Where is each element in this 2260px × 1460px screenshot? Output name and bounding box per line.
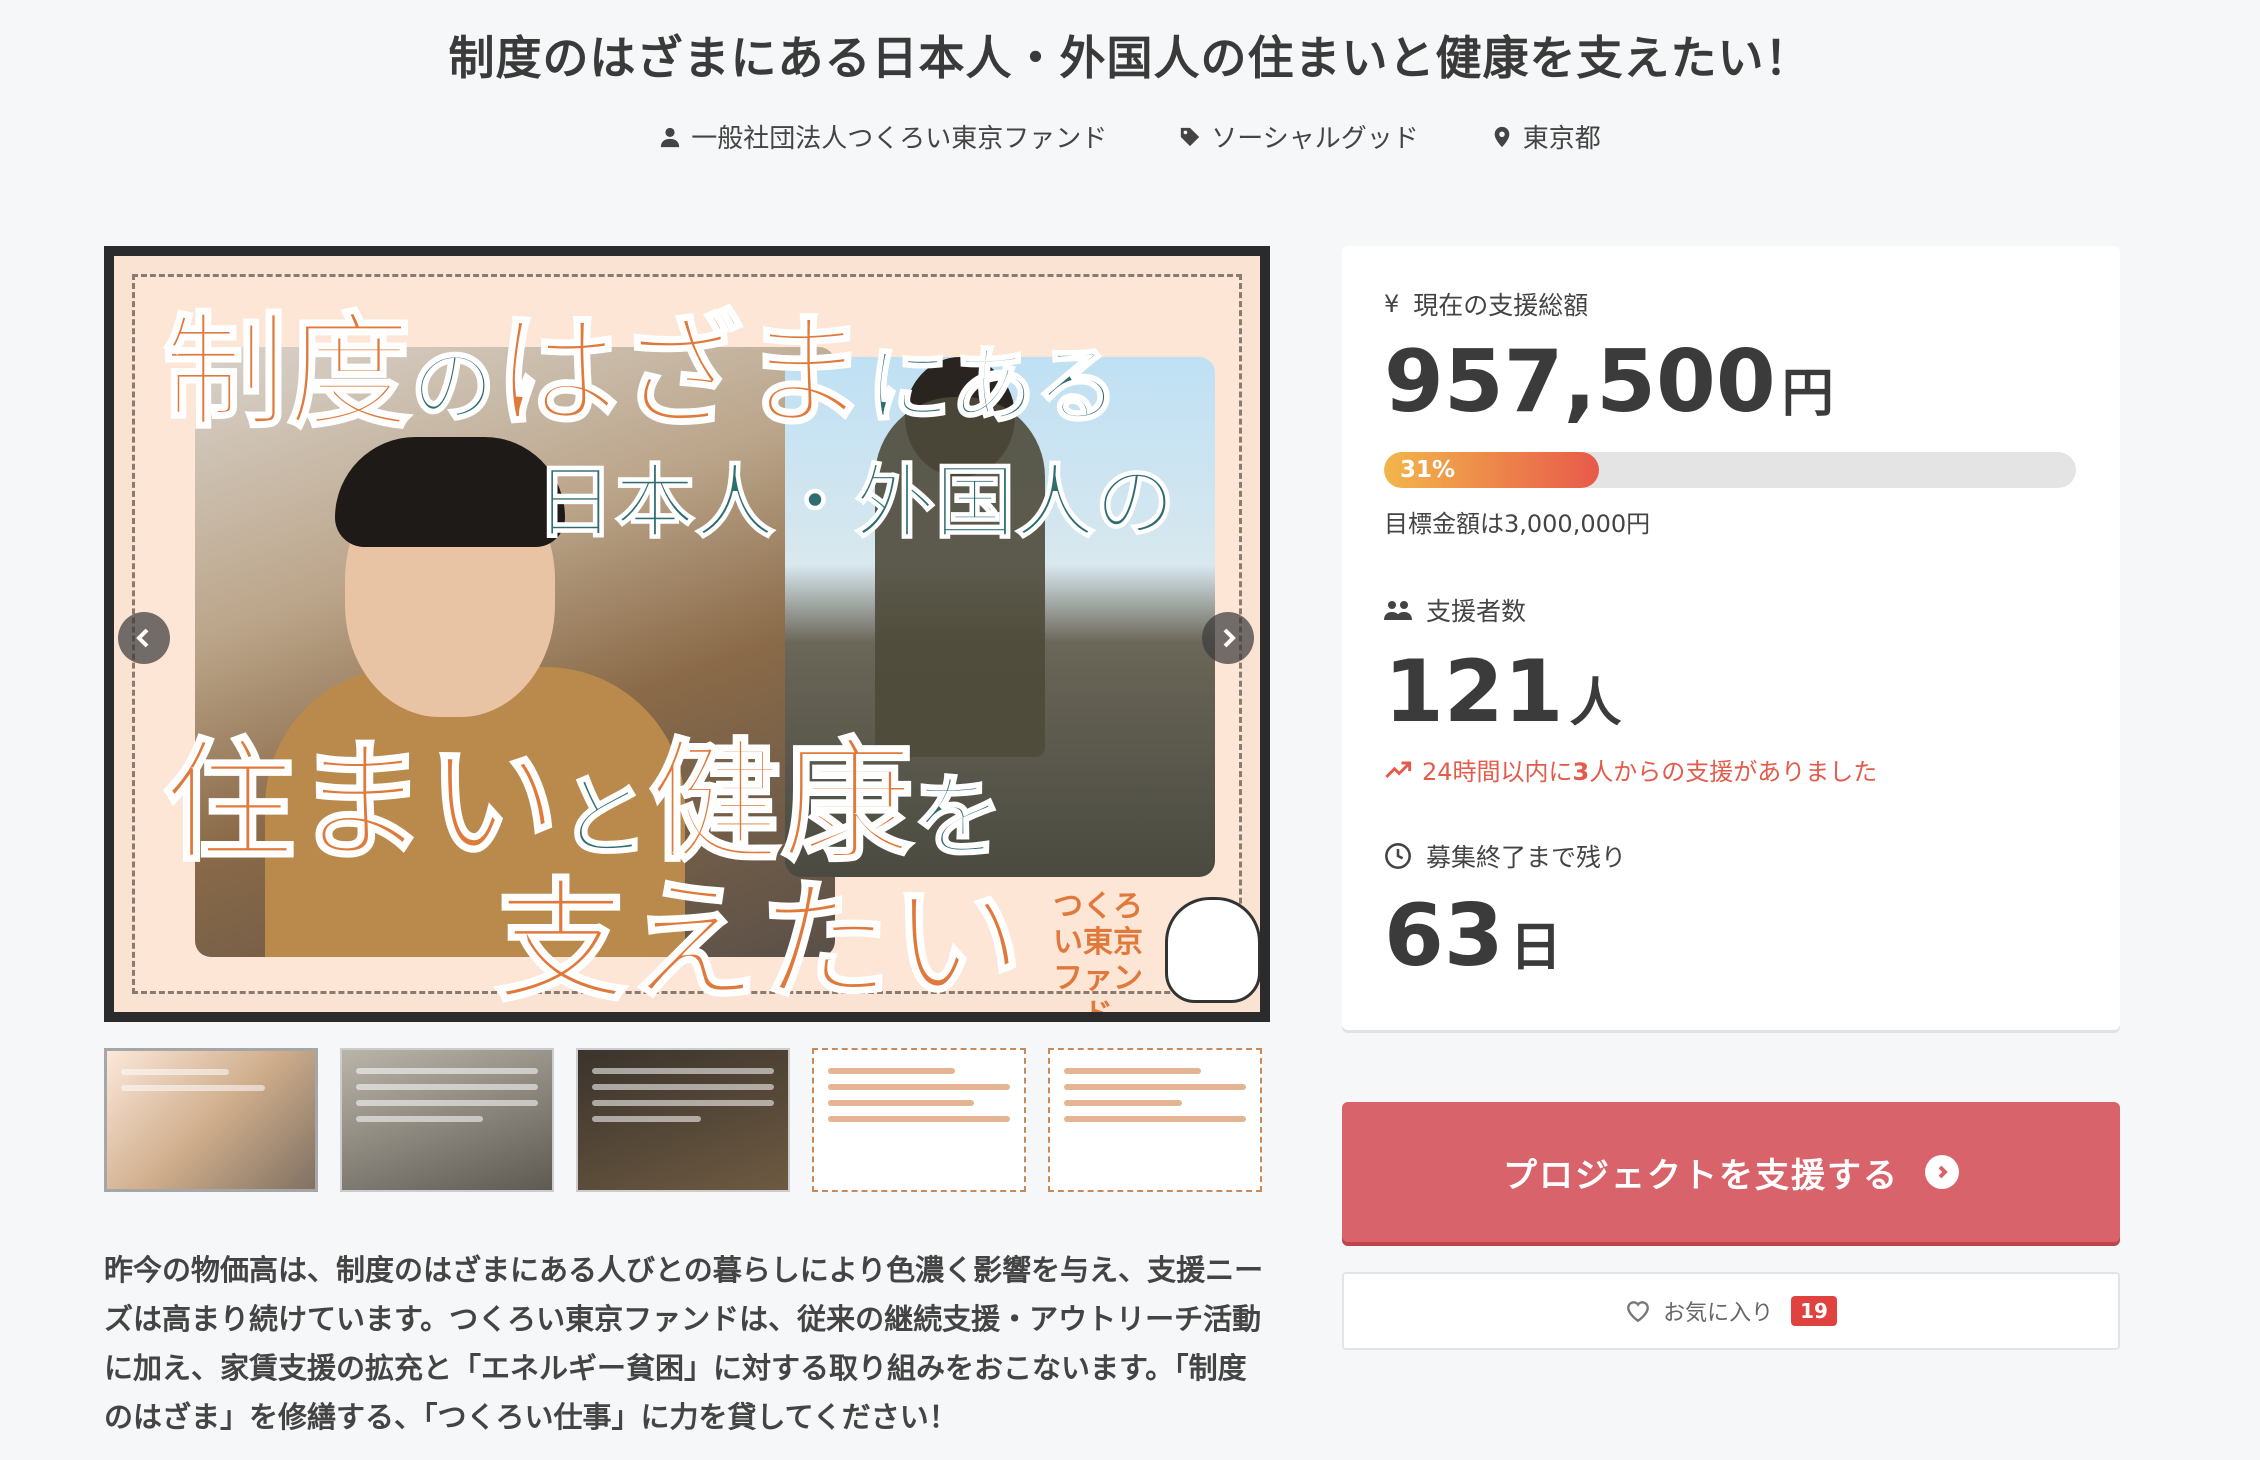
hero-text-line2: 日本人・外国人の bbox=[534, 456, 1176, 549]
location-link[interactable]: 東京都 bbox=[1491, 118, 1601, 155]
recent-support-notice: 24時間以内に3人からの支援がありました bbox=[1384, 752, 1877, 787]
location-name: 東京都 bbox=[1522, 124, 1601, 154]
tag-icon bbox=[1181, 127, 1200, 146]
hero-logo-text: つくろい東京ファンド bbox=[1053, 889, 1143, 1022]
carousel-next-button[interactable] bbox=[1202, 612, 1254, 664]
remaining-value: 63 日 bbox=[1384, 886, 1562, 986]
amount-label: ¥ 現在の支援総額 bbox=[1384, 290, 1589, 320]
clock-icon bbox=[1385, 843, 1411, 869]
thumbnail-1[interactable] bbox=[104, 1048, 318, 1192]
trending-up-icon bbox=[1385, 761, 1412, 778]
category-link[interactable]: ソーシャルグッド bbox=[1179, 118, 1419, 155]
users-icon bbox=[1384, 601, 1412, 620]
remaining-label: 募集終了まで残り bbox=[1384, 838, 1626, 874]
map-pin-icon bbox=[1494, 126, 1510, 147]
amount-value: 957,500 円 bbox=[1384, 332, 1834, 432]
supporters-label: 支援者数 bbox=[1384, 592, 1526, 628]
carousel-prev-button[interactable] bbox=[118, 612, 170, 664]
progress-percent: 31% bbox=[1400, 457, 1456, 483]
support-project-button[interactable]: プロジェクトを支援する bbox=[1342, 1102, 2120, 1242]
support-button-label: プロジェクトを支援する bbox=[1503, 1155, 1899, 1196]
hero-frame: 制度のはざまにある 日本人・外国人の 住まいと健康を 支えたい つくろい東京ファ… bbox=[132, 274, 1260, 1012]
thumbnail-5[interactable] bbox=[1048, 1048, 1262, 1192]
user-icon bbox=[661, 127, 680, 147]
thumbnail-strip bbox=[104, 1048, 1262, 1192]
organizer-name: 一般社団法人つくろい東京ファンド bbox=[691, 124, 1108, 154]
chevron-right-icon bbox=[1223, 628, 1236, 648]
cat-mascot-icon bbox=[1165, 897, 1260, 1003]
hero-text-line1: 制度のはざまにある bbox=[161, 301, 1120, 445]
thumbnail-4[interactable] bbox=[812, 1048, 1026, 1192]
hero-text-line4: 支えたい bbox=[494, 866, 1025, 1020]
project-description: 昨今の物価高は、制度のはざまにある人びとの暮らしにより色濃く影響を与え、支援ニー… bbox=[104, 1253, 1264, 1434]
favorite-count-badge: 19 bbox=[1791, 1296, 1837, 1326]
supporters-value: 121 人 bbox=[1384, 642, 1622, 742]
favorite-label: お気に入り bbox=[1663, 1301, 1774, 1326]
goal-amount: 目標金額は3,000,000円 bbox=[1384, 510, 1651, 538]
page-title: 制度のはざまにある日本人・外国人の住まいと健康を支えたい！ bbox=[448, 31, 1812, 85]
chevron-left-icon bbox=[136, 628, 149, 648]
progress-bar-fill: 31% bbox=[1384, 452, 1599, 488]
organizer-link[interactable]: 一般社団法人つくろい東京ファンド bbox=[659, 118, 1107, 155]
thumbnail-2[interactable] bbox=[340, 1048, 554, 1192]
thumbnail-3[interactable] bbox=[576, 1048, 790, 1192]
hero-text-line3: 住まいと健康を bbox=[162, 726, 1005, 880]
hero-carousel-image[interactable]: 制度のはざまにある 日本人・外国人の 住まいと健康を 支えたい つくろい東京ファ… bbox=[104, 246, 1270, 1022]
favorite-button[interactable]: お気に入り 19 bbox=[1342, 1272, 2120, 1350]
heart-icon bbox=[1627, 1301, 1650, 1323]
progress-bar: 31% bbox=[1384, 452, 2076, 488]
arrow-right-circle-icon bbox=[1925, 1155, 1959, 1189]
category-name: ソーシャルグッド bbox=[1211, 124, 1419, 154]
project-meta: 一般社団法人つくろい東京ファンド ソーシャルグッド 東京都 bbox=[0, 118, 2260, 155]
stats-card: ¥ 現在の支援総額 957,500 円 31% 目標金額は3,000,000円 支… bbox=[1342, 246, 2120, 1030]
yen-icon: ¥ bbox=[1384, 290, 1400, 318]
